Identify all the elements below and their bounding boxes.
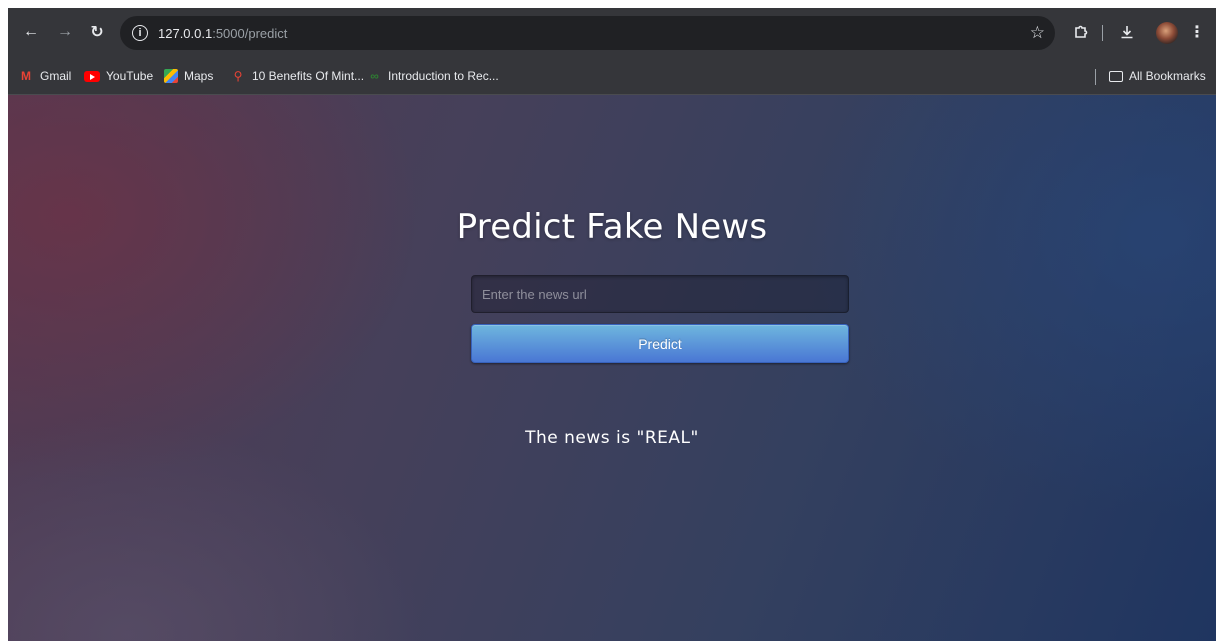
bookmark-label: Gmail (40, 69, 72, 83)
bookmark-maps[interactable]: Maps (164, 67, 213, 85)
bookmark-gmail[interactable]: M Gmail (18, 67, 71, 85)
url-path: :5000/predict (212, 25, 288, 41)
kebab-menu-icon[interactable]: ⋮ (1186, 21, 1208, 43)
bookmark-label: Introduction to Rec... (388, 69, 499, 83)
puzzle-icon-svg (1075, 25, 1088, 38)
avatar[interactable] (1156, 22, 1178, 44)
star-icon[interactable]: ☆ (1030, 23, 1045, 43)
bookmark-introduction[interactable]: ∞ Introduction to Rec... (366, 67, 499, 85)
bookmarks-separator (1095, 69, 1096, 85)
download-icon[interactable] (1116, 21, 1138, 43)
link-icon: ∞ (370, 69, 379, 83)
folder-icon (1109, 70, 1123, 82)
back-arrow-icon[interactable]: ← (20, 21, 42, 43)
all-bookmarks-button[interactable]: All Bookmarks (1109, 67, 1206, 85)
location-pin-icon: ⚲ (233, 69, 243, 83)
bookmark-mint[interactable]: ⚲ 10 Benefits Of Mint... (230, 67, 364, 85)
predict-button[interactable]: Predict (471, 324, 849, 363)
maps-icon (164, 69, 178, 83)
bookmark-youtube[interactable]: YouTube (84, 67, 153, 85)
bookmark-label: 10 Benefits Of Mint... (252, 69, 365, 83)
bookmark-label: Maps (184, 69, 214, 83)
news-url-input[interactable] (471, 275, 849, 313)
url-host: 127.0.0.1 (158, 25, 213, 41)
address-url[interactable]: 127.0.0.1:5000/predict (158, 26, 287, 41)
download-icon-svg (1121, 26, 1133, 39)
browser-toolbar: ← → ↻ i 127.0.0.1:5000/predict ☆ ⋮ (8, 8, 1216, 58)
address-bar[interactable]: i 127.0.0.1:5000/predict ☆ (120, 16, 1055, 50)
youtube-icon (84, 70, 100, 82)
gmail-icon: M (21, 69, 31, 83)
all-bookmarks-label: All Bookmarks (1129, 69, 1206, 83)
page-title: Predict Fake News (456, 207, 768, 247)
bookmarks-bar: M Gmail YouTube Maps ⚲ 10 Benefits Of Mi… (8, 58, 1216, 95)
browser-window: ← → ↻ i 127.0.0.1:5000/predict ☆ ⋮ M Gma… (8, 8, 1216, 641)
toolbar-separator (1102, 25, 1103, 41)
puzzle-icon[interactable] (1070, 21, 1092, 43)
bookmark-label: YouTube (106, 69, 154, 83)
prediction-result: The news is "REAL" (525, 428, 699, 448)
info-icon[interactable]: i (132, 25, 148, 41)
reload-icon[interactable]: ↻ (86, 21, 108, 43)
forward-arrow-icon[interactable]: → (54, 21, 76, 43)
page-content: Predict Fake News Predict The news is "R… (8, 95, 1216, 641)
